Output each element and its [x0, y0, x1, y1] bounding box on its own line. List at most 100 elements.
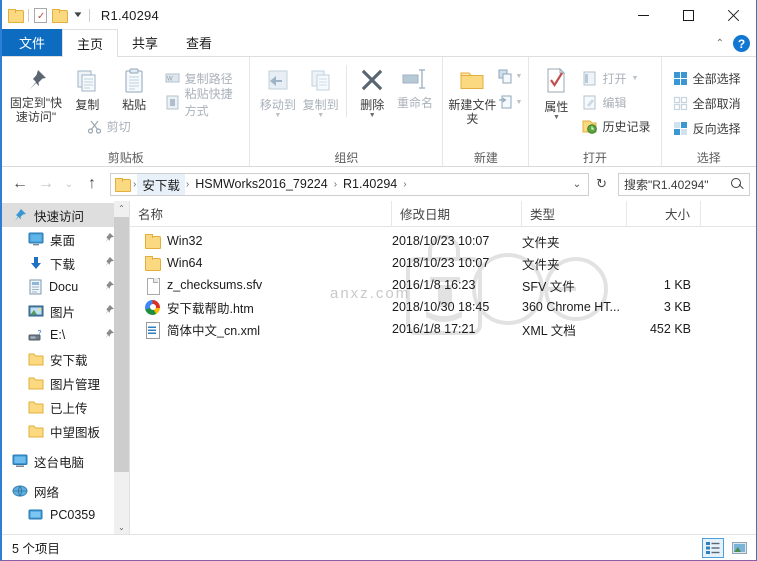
maximize-button[interactable] [666, 0, 711, 30]
refresh-icon[interactable]: ↻ [591, 176, 612, 192]
table-row[interactable]: z_checksums.sfv 2016/1/8 16:23 SFV 文件 1 … [130, 274, 756, 296]
paste-shortcut-button[interactable]: 粘贴快捷方式 [162, 87, 244, 118]
properties-button[interactable]: 属性 ▼ [535, 63, 577, 121]
edit-button[interactable]: 编辑 [579, 92, 653, 112]
pin-to-quick-access-button[interactable]: 固定到"快速访问" [8, 63, 64, 124]
table-row[interactable]: Win64 2018/10/23 10:07 文件夹 [130, 252, 756, 274]
navigation-scrollbar[interactable]: ⌃ ⌄ [114, 201, 129, 535]
scroll-up-button[interactable]: ⌃ [114, 201, 129, 216]
move-to-chevron-down-icon[interactable]: ▼ [274, 112, 281, 119]
folder-icon [144, 255, 161, 271]
table-row[interactable]: 简体中文_cn.xml 2016/1/8 17:21 XML 文档 452 KB [130, 318, 756, 340]
copy-path-icon: W [165, 71, 180, 86]
search-input[interactable]: 搜索"R1.40294" [618, 172, 750, 196]
select-all-icon [673, 71, 688, 86]
forward-button[interactable]: → [34, 172, 58, 196]
easy-access-button[interactable]: ▼ [495, 92, 525, 112]
sidebar-item-this-pc[interactable]: 这台电脑 [2, 449, 129, 473]
breadcrumb-item-0[interactable]: 安下载 [137, 173, 185, 195]
easy-access-chevron-down-icon[interactable]: ▼ [515, 99, 522, 106]
ribbon-group-organize: 移动到 ▼ 复制到 ▼ 删除 ▼ 重命名 组织 [250, 57, 444, 166]
column-header-name[interactable]: 名称 [130, 201, 392, 227]
scroll-thumb[interactable] [114, 217, 129, 472]
properties-icon[interactable]: ✓ [34, 7, 47, 23]
open-button[interactable]: 打开 ▼ [579, 68, 653, 88]
main-content: 快速访问 桌面 下载 Docu 图片 ? E:\ 安下载 图片管理 已上传 中望… [2, 201, 756, 535]
close-button[interactable] [711, 0, 756, 30]
copy-to-chevron-down-icon[interactable]: ▼ [317, 112, 324, 119]
invert-selection-label: 反向选择 [692, 121, 741, 136]
minimize-button[interactable] [621, 0, 666, 30]
breadcrumb-item-1[interactable]: HSMWorks2016_79224 [190, 176, 332, 192]
paste-shortcut-label: 粘贴快捷方式 [184, 87, 233, 118]
table-row[interactable]: Win32 2018/10/23 10:07 文件夹 [130, 230, 756, 252]
rename-button[interactable]: 重命名 [394, 63, 437, 110]
file-list-pane[interactable]: 名称 修改日期 类型 大小 anxz.com Win32 2018/10/23 … [130, 201, 756, 535]
open-chevron-down-icon[interactable]: ▼ [631, 75, 638, 82]
sidebar-item-pc0359[interactable]: PC0359 [2, 503, 129, 527]
sidebar-item-uploaded[interactable]: 已上传 [2, 395, 129, 419]
sidebar-item-zwcad[interactable]: 中望图板 [2, 419, 129, 443]
properties-chevron-down-icon[interactable]: ▼ [553, 114, 560, 121]
folder-icon[interactable] [8, 8, 24, 23]
file-rows: Win32 2018/10/23 10:07 文件夹 Win64 2018/10… [130, 227, 756, 340]
large-icons-view-icon[interactable] [728, 538, 750, 558]
help-icon[interactable]: ? [733, 35, 750, 52]
sidebar-item-documents[interactable]: Docu [2, 275, 129, 299]
sidebar-item-pictures[interactable]: 图片 [2, 299, 129, 323]
file-size-cell: 452 KB [649, 322, 691, 336]
tab-share[interactable]: 共享 [118, 29, 172, 56]
history-button[interactable]: 历史记录 [579, 116, 653, 136]
sidebar-item-drive-e[interactable]: ? E:\ [2, 323, 129, 347]
invert-selection-button[interactable]: 反向选择 [670, 118, 744, 138]
copy-path-label: 复制路径 [184, 71, 233, 86]
new-item-button[interactable]: ▼ [495, 66, 525, 86]
new-item-chevron-down-icon[interactable]: ▼ [515, 73, 522, 80]
table-row[interactable]: 安下载帮助.htm 2018/10/30 18:45 360 Chrome HT… [130, 296, 756, 318]
copy-button[interactable]: 复制 [64, 63, 111, 112]
folder-icon-anxiazai [28, 352, 44, 366]
copy-to-icon [307, 67, 335, 95]
delete-button[interactable]: 删除 ▼ [351, 63, 394, 119]
breadcrumb-chevron-down-icon[interactable]: ⌄ [568, 179, 586, 190]
sidebar-item-pic-manage[interactable]: 图片管理 [2, 371, 129, 395]
sidebar-item-anxiazai[interactable]: 安下载 [2, 347, 129, 371]
column-header-type[interactable]: 类型 [522, 201, 627, 227]
sidebar-item-label-downloads: 下载 [50, 257, 76, 272]
sidebar-item-label-quick-access: 快速访问 [34, 209, 85, 224]
sidebar-item-network[interactable]: 网络 [2, 479, 129, 503]
details-view-icon[interactable] [702, 537, 724, 558]
paste-button[interactable]: 粘贴 [111, 63, 158, 112]
copy-to-button[interactable]: 复制到 ▼ [299, 63, 342, 119]
recent-locations-button[interactable]: ⌄ [60, 172, 78, 196]
scroll-down-button[interactable]: ⌄ [114, 520, 129, 535]
tab-view[interactable]: 查看 [172, 29, 226, 56]
collapse-ribbon-icon[interactable]: ⌃ [716, 38, 724, 49]
column-header-size[interactable]: 大小 [627, 201, 701, 227]
xml-file-icon [144, 321, 160, 339]
ribbon-group-new-label: 新建 [473, 151, 498, 165]
sidebar-item-quick-access[interactable]: 快速访问 [2, 203, 129, 227]
new-folder-icon[interactable] [52, 8, 68, 23]
select-none-button[interactable]: 全部取消 [670, 93, 744, 113]
breadcrumb-item-2[interactable]: R1.40294 [338, 176, 402, 192]
cut-button[interactable]: 剪切 [84, 116, 244, 136]
breadcrumb[interactable]: › 安下载 › HSMWorks2016_79224 › R1.40294 › … [110, 172, 590, 196]
move-to-button[interactable]: 移动到 ▼ [256, 63, 299, 119]
file-type-cell: 文件夹 [522, 235, 560, 250]
sidebar-item-label-documents: Docu [49, 280, 79, 294]
open-label: 打开 [602, 71, 627, 86]
new-folder-button[interactable]: 新建文件夹 [448, 63, 496, 126]
sidebar-item-label-drive-e: E:\ [50, 328, 66, 342]
ribbon-group-open-label: 打开 [583, 151, 608, 165]
up-button[interactable]: ↑ [80, 172, 104, 196]
tab-home[interactable]: 主页 [62, 29, 119, 57]
sidebar-item-desktop[interactable]: 桌面 [2, 227, 129, 251]
delete-chevron-down-icon[interactable]: ▼ [369, 112, 376, 119]
column-header-date[interactable]: 修改日期 [392, 201, 522, 227]
tab-file[interactable]: 文件 [2, 29, 63, 56]
back-button[interactable]: ← [8, 172, 32, 196]
sidebar-item-downloads[interactable]: 下载 [2, 251, 129, 275]
select-all-button[interactable]: 全部选择 [670, 68, 744, 88]
chevron-down-icon[interactable]: ▼ [69, 11, 87, 19]
